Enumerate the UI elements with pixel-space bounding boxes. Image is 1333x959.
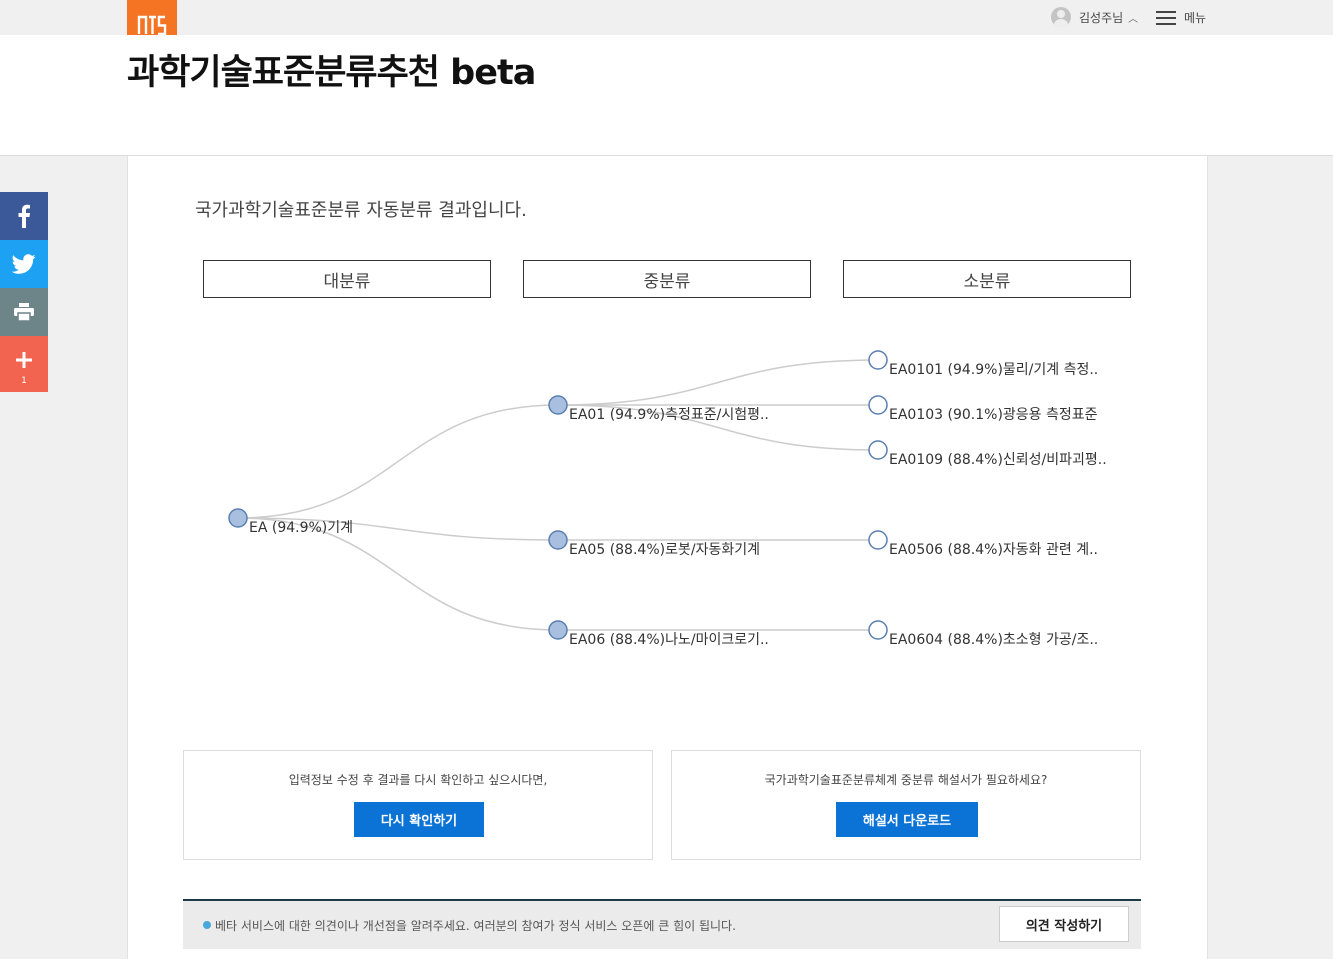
tree-node-medium[interactable]: EA06 (88.4%)나노/마이크로기.. <box>548 620 769 648</box>
column-header-medium: 중분류 <box>523 260 811 298</box>
print-button[interactable] <box>0 288 48 336</box>
feedback-bar: 베타 서비스에 대한 의견이나 개선점을 알려주세요. 여러분의 참여가 정식 … <box>183 899 1141 949</box>
column-header-small: 소분류 <box>843 260 1131 298</box>
node-label: EA05 (88.4%)로봇/자동화기계 <box>569 542 760 558</box>
node-label: EA0109 (88.4%)신뢰성/비파괴평.. <box>889 452 1107 468</box>
retry-button[interactable]: 다시 확인하기 <box>354 802 484 837</box>
plus-icon <box>16 352 32 368</box>
download-box: 국가과학기술표준분류체계 중분류 해설서가 필요하세요? 해설서 다운로드 <box>671 750 1141 860</box>
node-label: EA0506 (88.4%)자동화 관련 계.. <box>889 542 1098 558</box>
node-circle <box>548 620 568 640</box>
page-title: 과학기술표준분류추천 beta <box>127 53 536 93</box>
twitter-icon <box>12 254 36 274</box>
facebook-icon <box>18 204 30 228</box>
twitter-share-button[interactable] <box>0 240 48 288</box>
node-circle <box>868 395 888 415</box>
node-label: EA (94.9%)기계 <box>249 520 353 536</box>
write-feedback-button[interactable]: 의견 작성하기 <box>999 906 1129 942</box>
main-panel: 국가과학기술표준분류 자동분류 결과입니다. 대분류 중분류 소분류 EA (9… <box>127 156 1208 959</box>
result-intro: 국가과학기술표준분류 자동분류 결과입니다. <box>195 200 527 221</box>
tree-node-small[interactable]: EA0604 (88.4%)초소형 가공/조.. <box>868 620 1098 648</box>
tree-node-medium[interactable]: EA01 (94.9%)측정표준/시험평.. <box>548 395 769 423</box>
node-label: EA06 (88.4%)나노/마이크로기.. <box>569 632 769 648</box>
menu-label: 메뉴 <box>1184 11 1207 25</box>
download-text: 국가과학기술표준분류체계 중분류 해설서가 필요하세요? <box>764 773 1048 787</box>
tree-node-small[interactable]: EA0506 (88.4%)자동화 관련 계.. <box>868 530 1098 558</box>
download-guide-button[interactable]: 해설서 다운로드 <box>836 802 978 837</box>
node-circle <box>228 508 248 528</box>
feedback-text: 베타 서비스에 대한 의견이나 개선점을 알려주세요. 여러분의 참여가 정식 … <box>215 919 736 933</box>
share-count: 1 <box>21 376 27 386</box>
facebook-share-button[interactable] <box>0 192 48 240</box>
node-circle <box>868 530 888 550</box>
node-circle <box>548 530 568 550</box>
retry-box: 입력정보 수정 후 결과를 다시 확인하고 싶으시다면, 다시 확인하기 <box>183 750 653 860</box>
user-menu[interactable]: 김성주님 ︿ <box>1051 7 1138 27</box>
node-circle <box>868 620 888 640</box>
tree-node-small[interactable]: EA0101 (94.9%)물리/기계 측정.. <box>868 350 1098 378</box>
user-name: 김성주님 <box>1079 10 1124 25</box>
node-label: EA0604 (88.4%)초소형 가공/조.. <box>889 632 1098 648</box>
tree-node-small[interactable]: EA0109 (88.4%)신뢰성/비파괴평.. <box>868 440 1107 468</box>
node-circle <box>868 350 888 370</box>
top-bar: 김성주님 ︿ 메뉴 <box>0 0 1333 49</box>
column-header-large: 대분류 <box>203 260 491 298</box>
print-icon <box>14 303 34 321</box>
node-label: EA0103 (90.1%)광응용 측정표준 <box>889 407 1098 423</box>
retry-text: 입력정보 수정 후 결과를 다시 확인하고 싶으시다면, <box>288 773 548 787</box>
node-label: EA01 (94.9%)측정표준/시험평.. <box>569 407 769 423</box>
bullet-dot <box>203 921 211 929</box>
classification-tree: EA (94.9%)기계 EA01 (94.9%)측정표준/시험평.. EA05… <box>228 350 1107 648</box>
node-circle <box>548 395 568 415</box>
chevron-up-icon: ︿ <box>1128 13 1139 25</box>
node-label: EA0101 (94.9%)물리/기계 측정.. <box>889 362 1098 378</box>
avatar <box>1051 7 1071 27</box>
hamburger-icon <box>1156 10 1176 25</box>
more-share-button[interactable]: 1 <box>0 336 48 392</box>
node-circle <box>868 440 888 460</box>
menu-button[interactable]: 메뉴 <box>1156 9 1206 26</box>
tree-node-medium[interactable]: EA05 (88.4%)로봇/자동화기계 <box>548 530 760 558</box>
tree-node-small[interactable]: EA0103 (90.1%)광응용 측정표준 <box>868 395 1098 423</box>
